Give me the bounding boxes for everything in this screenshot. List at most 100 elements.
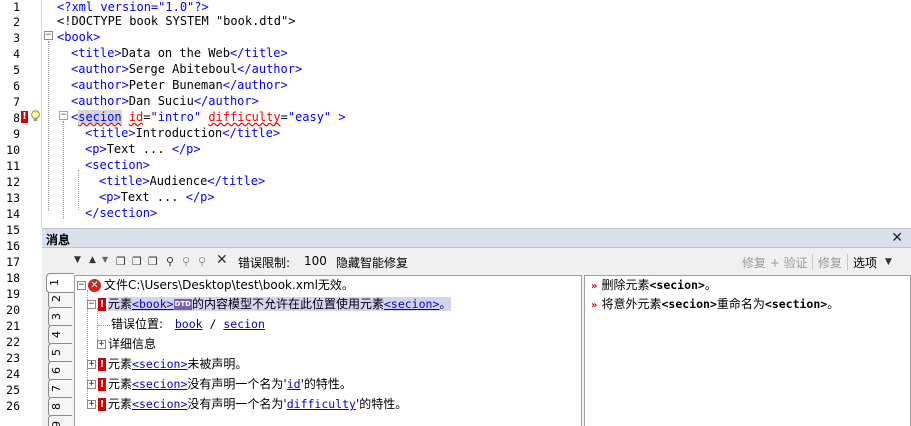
code-line-11: <section> (85, 158, 151, 172)
tab-8[interactable]: 8 (48, 397, 72, 417)
fold-toggle-book[interactable]: − (44, 31, 53, 40)
copy-icon[interactable]: ❐ (116, 255, 126, 268)
code-line-3: <book> (57, 30, 101, 44)
find-previous-icon[interactable]: ⚲ (198, 255, 206, 268)
line-number: 19 (6, 287, 20, 301)
close-icon[interactable]: ✕ (891, 230, 903, 246)
collapse-toggle[interactable]: − (87, 300, 96, 309)
messages-panel: 消息 ✕ ▼ ▲ ▼ ❐ ❐ ❐ ⚲ ⚲ ⚲ ✕ 错误限制: 100 隐藏智能修… (42, 228, 911, 426)
options-button[interactable]: 选项 (853, 254, 877, 271)
message-row-content-model[interactable]: −! 元素<book>DTD的内容模型不允许在此位置使用元素<secion>。 (87, 295, 452, 313)
xml-editor[interactable]: − − ! <?xml version="1.0"?> <!DOCTYPE bo… (0, 0, 911, 228)
expand-toggle[interactable]: + (87, 380, 96, 389)
message-row-attr-id[interactable]: +! 元素<secion>没有声明一个名为'id'的特性。 (87, 375, 352, 393)
element-link-book[interactable]: <book> (132, 297, 174, 311)
smart-fix-delete[interactable]: » 删除元素<secion>。 (591, 276, 717, 294)
line-number: 13 (6, 191, 20, 205)
details-row[interactable]: + 详细信息 (97, 335, 156, 353)
element-link-secion[interactable]: <secion> (384, 297, 439, 311)
panel-title-bar: 消息 ✕ (42, 229, 911, 248)
smart-fix-list: » 删除元素<secion>。 » 将意外元素<secion>重命名为<sectio… (584, 275, 911, 426)
fix-validate-button[interactable]: 修复 + 验证 (742, 254, 808, 271)
line-number: 23 (6, 351, 20, 365)
tab-6[interactable]: 6 (48, 361, 72, 381)
line-number: 17 (6, 255, 20, 269)
line-number: 10 (6, 143, 20, 157)
element-link-secion[interactable]: <secion> (132, 357, 187, 371)
toolbar-separator (812, 254, 813, 270)
tab-5[interactable]: 5 (48, 343, 72, 363)
line-number: 21 (6, 319, 20, 333)
error-icon: ! (98, 358, 106, 371)
move-last-icon[interactable]: ▼ (102, 255, 108, 264)
panel-title: 消息 (46, 233, 71, 247)
line-number: 1 (13, 0, 20, 14)
find-icon[interactable]: ⚲ (166, 255, 174, 268)
message-row-root[interactable]: − ✕ 文件C:\Users\Desktop\test\book.xml无效。 (77, 276, 354, 294)
message-row-attr-difficulty[interactable]: +! 元素<secion>没有声明一个名为'difficulty'的特性。 (87, 395, 407, 413)
code-line-12: <title>Audience</title> (99, 174, 266, 188)
tab-4[interactable]: 4 (48, 325, 72, 345)
fix-button[interactable]: 修复 (818, 254, 842, 271)
expand-toggle[interactable]: + (97, 340, 106, 349)
attribute-link-difficulty[interactable]: difficulty (287, 397, 356, 411)
line-number: 9 (13, 127, 20, 141)
attribute-link-id[interactable]: id (287, 377, 301, 391)
line-number: 16 (6, 239, 20, 253)
line-number: 18 (6, 271, 20, 285)
smart-fix-rename[interactable]: » 将意外元素<secion>重命名为<section>。 (591, 295, 839, 313)
line-number: 22 (6, 335, 20, 349)
line-number: 24 (6, 367, 20, 381)
collapse-toggle[interactable]: − (77, 281, 86, 290)
options-dropdown-icon[interactable]: ▼ (885, 257, 892, 267)
code-line-9: <title>Introduction</title> (85, 126, 281, 140)
element-link-secion[interactable]: <secion> (132, 377, 187, 391)
message-tabs: 1 2 3 4 5 6 7 8 9 (46, 273, 74, 426)
error-icon: ! (98, 378, 106, 391)
error-limit-value[interactable]: 100 (304, 254, 327, 268)
copy-all-icon[interactable]: ❐ (132, 255, 142, 268)
code-line-14: </section> (85, 206, 158, 220)
message-list[interactable]: − ✕ 文件C:\Users\Desktop\test\book.xml无效。 −!… (74, 275, 582, 426)
code-line-8: <secion id="intro" difficulty="easy" > (71, 110, 346, 124)
line-number: 3 (13, 31, 20, 45)
code-line-6: <author>Peter Buneman</author> (71, 78, 288, 92)
smart-fix-bulb-icon[interactable] (30, 110, 41, 122)
move-down-icon[interactable]: ▼ (74, 255, 81, 265)
location-link-secion[interactable]: secion (223, 317, 265, 331)
line-number: 25 (6, 383, 20, 397)
copy-messages-icon[interactable]: ❐ (148, 255, 158, 268)
tab-7[interactable]: 7 (48, 379, 72, 399)
fix-arrow-icon: » (591, 281, 598, 292)
fold-toggle-secion[interactable]: − (59, 111, 68, 120)
expand-toggle[interactable]: + (87, 360, 96, 369)
error-marker-icon[interactable]: ! (21, 111, 28, 123)
location-link-book[interactable]: book (175, 317, 203, 331)
find-next-icon[interactable]: ⚲ (182, 255, 190, 268)
tab-1[interactable]: 1 (46, 273, 74, 293)
line-number: 26 (6, 399, 20, 413)
dtd-icon[interactable]: DTD (173, 299, 192, 310)
messages-toolbar: ▼ ▲ ▼ ❐ ❐ ❐ ⚲ ⚲ ⚲ ✕ 错误限制: 100 隐藏智能修复 修复 … (42, 251, 911, 273)
element-link-secion[interactable]: <secion> (132, 397, 187, 411)
code-line-4: <title>Data on the Web</title> (71, 46, 288, 60)
message-row-undeclared[interactable]: +! 元素<secion>未被声明。 (87, 355, 247, 373)
clear-icon[interactable]: ✕ (216, 252, 228, 268)
indent-guide (48, 41, 49, 211)
tab-3[interactable]: 3 (48, 307, 72, 327)
line-number: 7 (13, 95, 20, 109)
tree-line (98, 325, 110, 326)
line-number: 2 (13, 15, 20, 29)
fix-arrow-icon: » (591, 300, 598, 311)
move-up-icon[interactable]: ▲ (89, 255, 96, 265)
line-number: 4 (13, 47, 20, 61)
line-number: 6 (13, 79, 20, 93)
indent-guide (63, 121, 64, 219)
expand-toggle[interactable]: + (87, 400, 96, 409)
hide-smart-fix-button[interactable]: 隐藏智能修复 (336, 254, 408, 271)
error-icon: ! (98, 398, 106, 411)
tab-9[interactable]: 9 (48, 415, 72, 426)
line-number: 14 (6, 207, 20, 221)
code-line-5: <author>Serge Abiteboul</author> (71, 62, 303, 76)
code-line-10: <p>Text ... </p> (85, 142, 201, 156)
